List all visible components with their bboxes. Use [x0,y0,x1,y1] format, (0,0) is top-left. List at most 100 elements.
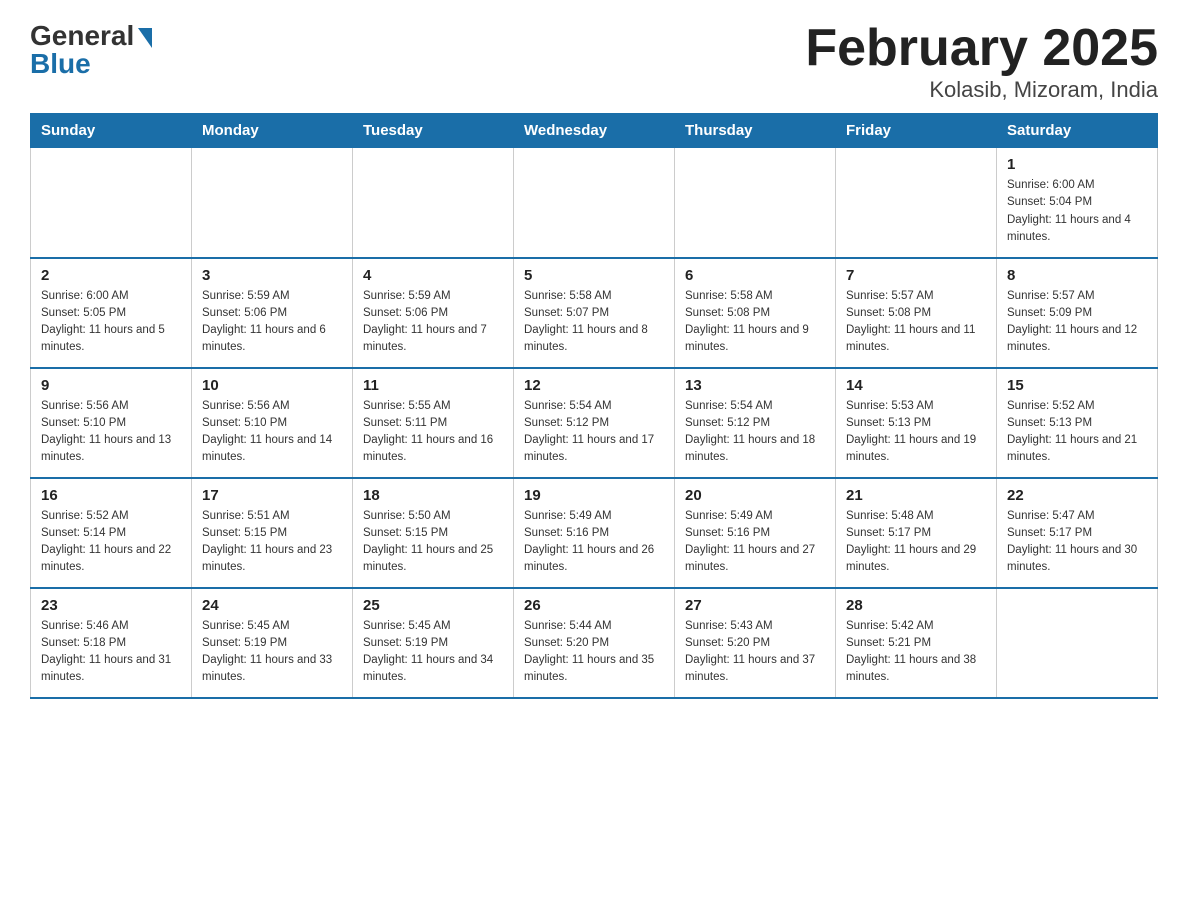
calendar-cell: 10 Sunrise: 5:56 AM Sunset: 5:10 PM Dayli… [192,368,353,478]
day-number: 2 [41,267,181,284]
calendar-cell: 24 Sunrise: 5:45 AM Sunset: 5:19 PM Dayli… [192,588,353,698]
day-info: Sunrise: 5:57 AM Sunset: 5:08 PM Dayligh… [846,288,986,357]
day-of-week-header: Saturday [997,114,1158,148]
day-number: 16 [41,487,181,504]
day-info: Sunrise: 5:42 AM Sunset: 5:21 PM Dayligh… [846,618,986,687]
day-info: Sunrise: 5:51 AM Sunset: 5:15 PM Dayligh… [202,508,342,577]
calendar-cell: 5 Sunrise: 5:58 AM Sunset: 5:07 PM Daylig… [514,258,675,368]
day-number: 17 [202,487,342,504]
day-of-week-header: Thursday [675,114,836,148]
day-number: 24 [202,597,342,614]
day-info: Sunrise: 5:54 AM Sunset: 5:12 PM Dayligh… [524,398,664,467]
day-info: Sunrise: 5:59 AM Sunset: 5:06 PM Dayligh… [202,288,342,357]
day-info: Sunrise: 5:43 AM Sunset: 5:20 PM Dayligh… [685,618,825,687]
day-number: 26 [524,597,664,614]
day-number: 14 [846,377,986,394]
day-of-week-header: Tuesday [353,114,514,148]
calendar-cell: 13 Sunrise: 5:54 AM Sunset: 5:12 PM Dayli… [675,368,836,478]
calendar-cell [836,148,997,258]
day-number: 27 [685,597,825,614]
day-info: Sunrise: 5:54 AM Sunset: 5:12 PM Dayligh… [685,398,825,467]
day-number: 8 [1007,267,1147,284]
day-number: 3 [202,267,342,284]
day-number: 4 [363,267,503,284]
calendar-cell: 1 Sunrise: 6:00 AM Sunset: 5:04 PM Daylig… [997,148,1158,258]
day-info: Sunrise: 5:46 AM Sunset: 5:18 PM Dayligh… [41,618,181,687]
logo-blue-text: Blue [30,48,91,80]
day-number: 25 [363,597,503,614]
calendar-cell: 4 Sunrise: 5:59 AM Sunset: 5:06 PM Daylig… [353,258,514,368]
day-number: 18 [363,487,503,504]
day-of-week-header: Friday [836,114,997,148]
calendar-cell: 22 Sunrise: 5:47 AM Sunset: 5:17 PM Dayli… [997,478,1158,588]
day-info: Sunrise: 5:53 AM Sunset: 5:13 PM Dayligh… [846,398,986,467]
day-info: Sunrise: 6:00 AM Sunset: 5:05 PM Dayligh… [41,288,181,357]
calendar-cell: 3 Sunrise: 5:59 AM Sunset: 5:06 PM Daylig… [192,258,353,368]
day-info: Sunrise: 5:45 AM Sunset: 5:19 PM Dayligh… [363,618,503,687]
day-number: 13 [685,377,825,394]
day-number: 9 [41,377,181,394]
day-number: 5 [524,267,664,284]
calendar-cell [353,148,514,258]
day-info: Sunrise: 5:45 AM Sunset: 5:19 PM Dayligh… [202,618,342,687]
logo: General Blue [30,20,152,80]
day-number: 1 [1007,156,1147,173]
calendar-week-row: 2 Sunrise: 6:00 AM Sunset: 5:05 PM Daylig… [31,258,1158,368]
calendar-week-row: 1 Sunrise: 6:00 AM Sunset: 5:04 PM Daylig… [31,148,1158,258]
day-info: Sunrise: 5:52 AM Sunset: 5:14 PM Dayligh… [41,508,181,577]
day-number: 11 [363,377,503,394]
calendar-cell: 11 Sunrise: 5:55 AM Sunset: 5:11 PM Dayli… [353,368,514,478]
day-of-week-header: Monday [192,114,353,148]
day-number: 10 [202,377,342,394]
day-number: 12 [524,377,664,394]
calendar-cell: 17 Sunrise: 5:51 AM Sunset: 5:15 PM Dayli… [192,478,353,588]
day-info: Sunrise: 5:50 AM Sunset: 5:15 PM Dayligh… [363,508,503,577]
title-block: February 2025 Kolasib, Mizoram, India [805,20,1158,103]
calendar-cell: 15Sunrise: 5:52 AM Sunset: 5:13 PM Dayli… [997,368,1158,478]
calendar-header-row: SundayMondayTuesdayWednesdayThursdayFrid… [31,114,1158,148]
calendar-cell: 8 Sunrise: 5:57 AM Sunset: 5:09 PM Daylig… [997,258,1158,368]
calendar-cell [997,588,1158,698]
day-info: Sunrise: 5:59 AM Sunset: 5:06 PM Dayligh… [363,288,503,357]
calendar-week-row: 9 Sunrise: 5:56 AM Sunset: 5:10 PM Daylig… [31,368,1158,478]
calendar-week-row: 16 Sunrise: 5:52 AM Sunset: 5:14 PM Dayli… [31,478,1158,588]
day-info: Sunrise: 5:58 AM Sunset: 5:08 PM Dayligh… [685,288,825,357]
calendar-cell [675,148,836,258]
day-number: 15 [1007,377,1147,394]
day-info: Sunrise: 5:55 AM Sunset: 5:11 PM Dayligh… [363,398,503,467]
calendar-title: February 2025 [805,20,1158,77]
day-info: Sunrise: 5:56 AM Sunset: 5:10 PM Dayligh… [41,398,181,467]
day-info: Sunrise: 5:56 AM Sunset: 5:10 PM Dayligh… [202,398,342,467]
day-number: 28 [846,597,986,614]
calendar-cell: 2 Sunrise: 6:00 AM Sunset: 5:05 PM Daylig… [31,258,192,368]
day-number: 23 [41,597,181,614]
day-number: 20 [685,487,825,504]
calendar-cell: 7Sunrise: 5:57 AM Sunset: 5:08 PM Daylig… [836,258,997,368]
calendar-cell: 27 Sunrise: 5:43 AM Sunset: 5:20 PM Dayli… [675,588,836,698]
day-info: Sunrise: 5:49 AM Sunset: 5:16 PM Dayligh… [524,508,664,577]
logo-arrow-icon [138,28,152,48]
day-number: 22 [1007,487,1147,504]
calendar-cell [31,148,192,258]
calendar-cell: 23 Sunrise: 5:46 AM Sunset: 5:18 PM Dayli… [31,588,192,698]
day-info: Sunrise: 5:47 AM Sunset: 5:17 PM Dayligh… [1007,508,1147,577]
calendar-cell: 26 Sunrise: 5:44 AM Sunset: 5:20 PM Dayli… [514,588,675,698]
calendar-cell: 25 Sunrise: 5:45 AM Sunset: 5:19 PM Dayli… [353,588,514,698]
calendar-cell: 28 Sunrise: 5:42 AM Sunset: 5:21 PM Dayli… [836,588,997,698]
calendar-cell: 16 Sunrise: 5:52 AM Sunset: 5:14 PM Dayli… [31,478,192,588]
calendar-cell: 14 Sunrise: 5:53 AM Sunset: 5:13 PM Dayli… [836,368,997,478]
calendar-week-row: 23 Sunrise: 5:46 AM Sunset: 5:18 PM Dayli… [31,588,1158,698]
calendar-table: SundayMondayTuesdayWednesdayThursdayFrid… [30,113,1158,699]
calendar-cell [192,148,353,258]
calendar-subtitle: Kolasib, Mizoram, India [805,77,1158,103]
day-info: Sunrise: 5:58 AM Sunset: 5:07 PM Dayligh… [524,288,664,357]
calendar-cell: 9 Sunrise: 5:56 AM Sunset: 5:10 PM Daylig… [31,368,192,478]
day-info: Sunrise: 5:57 AM Sunset: 5:09 PM Dayligh… [1007,288,1147,357]
day-of-week-header: Sunday [31,114,192,148]
day-info: Sunrise: 5:49 AM Sunset: 5:16 PM Dayligh… [685,508,825,577]
calendar-cell: 18 Sunrise: 5:50 AM Sunset: 5:15 PM Dayli… [353,478,514,588]
calendar-cell: 19Sunrise: 5:49 AM Sunset: 5:16 PM Dayli… [514,478,675,588]
day-info: Sunrise: 5:44 AM Sunset: 5:20 PM Dayligh… [524,618,664,687]
calendar-cell: 12 Sunrise: 5:54 AM Sunset: 5:12 PM Dayli… [514,368,675,478]
day-info: Sunrise: 6:00 AM Sunset: 5:04 PM Dayligh… [1007,177,1147,246]
